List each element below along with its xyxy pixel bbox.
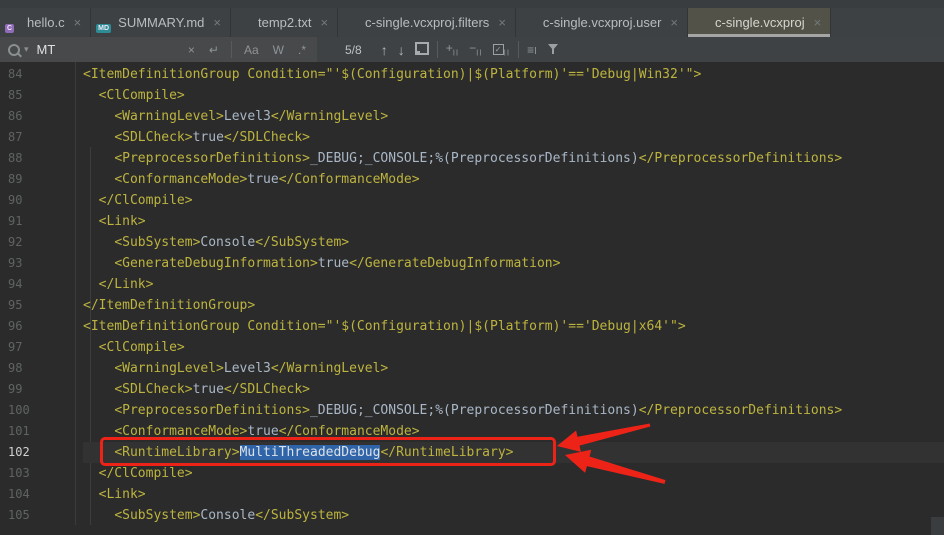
code-line[interactable]: <SDLCheck>true</SDLCheck>: [83, 379, 944, 400]
line-number: 84: [0, 64, 75, 85]
line-number: 105: [0, 505, 75, 526]
code-line[interactable]: <SubSystem>Console</SubSystem>: [83, 505, 944, 525]
line-number: 100: [0, 400, 75, 421]
close-icon[interactable]: ×: [74, 15, 82, 30]
next-occurrence-button[interactable]: ↓: [393, 42, 410, 58]
match-case-toggle[interactable]: Aa: [239, 43, 264, 57]
close-icon[interactable]: ×: [498, 15, 506, 30]
tab-vcxproj[interactable]: c-single.vcxproj ×: [688, 8, 831, 37]
code-line[interactable]: </ItemDefinitionGroup>: [83, 295, 944, 316]
line-number: 86: [0, 106, 75, 127]
close-icon[interactable]: ×: [814, 15, 822, 30]
code-line[interactable]: <WarningLevel>Level3</WarningLevel>: [83, 106, 944, 127]
tab-label: c-single.vcxproj: [715, 15, 805, 30]
line-number: 93: [0, 253, 75, 274]
tab-label: SUMMARY.md: [118, 15, 204, 30]
regex-toggle[interactable]: .*: [293, 43, 311, 57]
c-file-icon: C: [9, 16, 21, 30]
separator: [437, 41, 438, 58]
close-icon[interactable]: ×: [213, 15, 221, 30]
gutter: 8485868788899091929394959697989910010110…: [0, 62, 76, 525]
line-number: 98: [0, 358, 75, 379]
find-bar: ▾ MT × ↵ Aa W .* 5/8 ↑ ↓ +II −II ✓II ≡I: [0, 37, 944, 62]
line-number: 92: [0, 232, 75, 253]
filter-icon: [547, 42, 559, 55]
select-all-icon: [415, 42, 429, 55]
text-file-icon: [347, 16, 359, 30]
text-file-icon: [240, 16, 252, 30]
tab-label: c-single.vcxproj.filters: [365, 15, 489, 30]
checkbox-icon: ✓: [493, 44, 504, 55]
text-file-icon: [697, 16, 709, 30]
search-field[interactable]: ▾ MT × ↵ Aa W .*: [0, 37, 317, 62]
separator: [231, 41, 232, 58]
code-line[interactable]: <WarningLevel>Level3</WarningLevel>: [83, 358, 944, 379]
code-line[interactable]: <ConformanceMode>true</ConformanceMode>: [83, 169, 944, 190]
new-line-icon[interactable]: ↵: [204, 43, 224, 57]
add-occurrence-button[interactable]: +II: [441, 41, 464, 57]
line-number: 97: [0, 337, 75, 358]
text-file-icon: [525, 16, 537, 30]
markdown-file-icon: MD: [100, 16, 112, 30]
code-line[interactable]: <GenerateDebugInformation>true</Generate…: [83, 253, 944, 274]
code-line[interactable]: <ClCompile>: [83, 337, 944, 358]
filter-results-button[interactable]: [542, 42, 564, 58]
tab-label: c-single.vcxproj.user: [543, 15, 662, 30]
match-count: 5/8: [317, 43, 376, 57]
line-number: 104: [0, 484, 75, 505]
code-line[interactable]: <SubSystem>Console</SubSystem>: [83, 232, 944, 253]
tab-label: hello.c: [27, 15, 65, 30]
code-line[interactable]: </ClCompile>: [83, 190, 944, 211]
tab-temp2-txt[interactable]: temp2.txt ×: [231, 8, 338, 37]
search-options-button[interactable]: ≡I: [522, 43, 542, 57]
code-line[interactable]: </ClCompile>: [83, 463, 944, 484]
code-line[interactable]: <Link>: [83, 211, 944, 232]
code-line[interactable]: </Link>: [83, 274, 944, 295]
tab-vcxproj-filters[interactable]: c-single.vcxproj.filters ×: [338, 8, 516, 37]
search-history-chevron-icon[interactable]: ▾: [24, 44, 29, 55]
tab-vcxproj-user[interactable]: c-single.vcxproj.user ×: [516, 8, 688, 37]
line-number: 99: [0, 379, 75, 400]
line-number: 90: [0, 190, 75, 211]
line-number: 85: [0, 85, 75, 106]
code-line[interactable]: <ConformanceMode>true</ConformanceMode>: [83, 421, 944, 442]
code-line[interactable]: <RuntimeLibrary>MultiThreadedDebug</Runt…: [83, 442, 944, 463]
line-number: 101: [0, 421, 75, 442]
code-lines: <ItemDefinitionGroup Condition="'$(Confi…: [76, 62, 944, 525]
code-line[interactable]: <PreprocessorDefinitions>_DEBUG;_CONSOLE…: [83, 148, 944, 169]
select-all-occurrences-button[interactable]: [410, 42, 434, 58]
line-number: 88: [0, 148, 75, 169]
code-editor: 8485868788899091929394959697989910010110…: [0, 62, 944, 525]
line-number: 91: [0, 211, 75, 232]
line-number: 102: [0, 442, 75, 463]
window-top-strip: [0, 0, 944, 8]
toggle-occurrences-button[interactable]: ✓II: [488, 41, 515, 57]
search-icon: [8, 44, 20, 56]
code-line[interactable]: <PreprocessorDefinitions>_DEBUG;_CONSOLE…: [83, 400, 944, 421]
line-number: 89: [0, 169, 75, 190]
close-icon[interactable]: ×: [320, 15, 328, 30]
code-line[interactable]: <SDLCheck>true</SDLCheck>: [83, 127, 944, 148]
separator: [518, 41, 519, 58]
tab-label: temp2.txt: [258, 15, 311, 30]
line-number: 96: [0, 316, 75, 337]
previous-occurrence-button[interactable]: ↑: [376, 42, 393, 58]
clear-search-icon[interactable]: ×: [183, 43, 200, 57]
code-line[interactable]: <ClCompile>: [83, 85, 944, 106]
code-line[interactable]: <ItemDefinitionGroup Condition="'$(Confi…: [83, 64, 944, 85]
line-number: 95: [0, 295, 75, 316]
tab-summary-md[interactable]: MD SUMMARY.md ×: [91, 8, 231, 37]
line-number: 87: [0, 127, 75, 148]
scrollbar-mark: [931, 517, 944, 535]
line-number: 103: [0, 463, 75, 484]
words-toggle[interactable]: W: [268, 43, 289, 57]
close-icon[interactable]: ×: [670, 15, 678, 30]
search-input[interactable]: MT: [37, 42, 179, 57]
tab-hello-c[interactable]: C hello.c ×: [0, 8, 91, 37]
remove-occurrence-button[interactable]: −II: [464, 41, 487, 57]
editor-tab-bar: C hello.c × MD SUMMARY.md × temp2.txt × …: [0, 8, 944, 37]
line-number: 94: [0, 274, 75, 295]
code-line[interactable]: <Link>: [83, 484, 944, 505]
code-line[interactable]: <ItemDefinitionGroup Condition="'$(Confi…: [83, 316, 944, 337]
